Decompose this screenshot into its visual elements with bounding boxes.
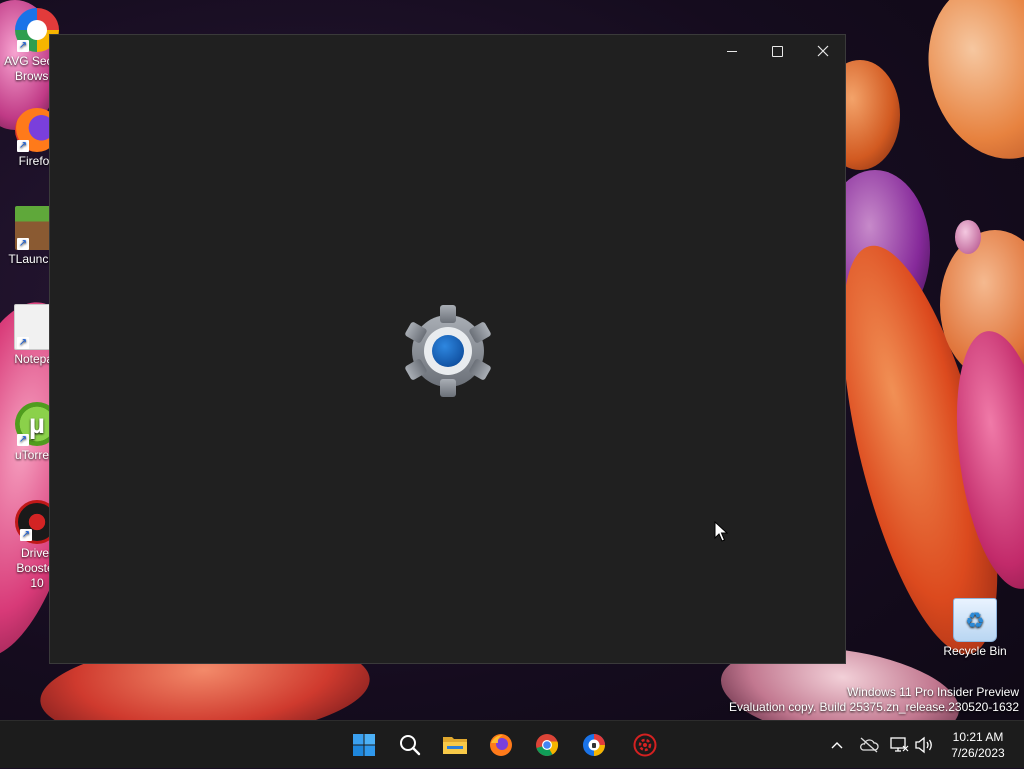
file-explorer-button[interactable] — [437, 727, 473, 763]
search-icon — [400, 735, 421, 756]
watermark-build: Evaluation copy. Build 25375.zn_release.… — [729, 700, 1019, 714]
chrome-taskbar-button[interactable] — [529, 727, 565, 763]
minimize-icon — [727, 50, 737, 52]
clock-date: 7/26/2023 — [951, 746, 1005, 760]
minimize-button[interactable] — [709, 35, 755, 67]
taskbar-clock[interactable]: 10:21 AM 7/26/2023 — [938, 729, 1018, 761]
shortcut-arrow-icon: ↗ — [17, 337, 29, 349]
shortcut-arrow-icon: ↗ — [17, 140, 29, 152]
clock-time: 10:21 AM — [952, 730, 1004, 744]
wallpaper-shape — [909, 0, 1024, 176]
windows-watermark: Windows 11 Pro Insider Preview Evaluatio… — [729, 685, 1019, 715]
volume-tray-button[interactable] — [912, 733, 936, 757]
mouse-cursor-icon — [714, 521, 728, 542]
volume-icon — [915, 736, 932, 754]
windows-logo-icon — [353, 734, 375, 756]
wallpaper-shape — [955, 220, 981, 254]
driver-booster-icon — [633, 733, 657, 757]
chrome-icon — [536, 734, 559, 756]
close-button[interactable] — [800, 35, 846, 67]
settings-window[interactable] — [49, 34, 846, 664]
search-button[interactable] — [392, 727, 428, 763]
desktop-icon-recycle-bin[interactable]: Recycle Bin — [940, 598, 1010, 659]
shortcut-arrow-icon: ↗ — [20, 529, 32, 541]
firefox-taskbar-button[interactable] — [483, 727, 519, 763]
firefox-icon — [490, 734, 512, 756]
recycle-bin-icon — [953, 598, 997, 642]
network-tray-button[interactable] — [887, 733, 911, 757]
driver-booster-taskbar-button[interactable] — [627, 727, 663, 763]
watermark-edition: Windows 11 Pro Insider Preview — [847, 685, 1019, 699]
show-hidden-icons-button[interactable] — [826, 721, 848, 769]
desktop-icon-label: Recycle Bin — [943, 644, 1007, 658]
network-icon — [890, 737, 909, 752]
folder-icon — [443, 737, 467, 754]
shortcut-arrow-icon: ↗ — [17, 238, 29, 250]
window-titlebar[interactable] — [50, 35, 845, 67]
settings-gear-icon — [405, 305, 491, 397]
close-icon — [817, 45, 829, 57]
maximize-icon — [771, 45, 783, 57]
onedrive-icon — [860, 737, 879, 753]
chevron-up-icon — [831, 742, 843, 749]
avg-secure-browser-icon — [583, 734, 605, 756]
start-button[interactable] — [346, 727, 382, 763]
shortcut-arrow-icon: ↗ — [17, 434, 29, 446]
shortcut-arrow-icon: ↗ — [17, 40, 29, 52]
avg-secure-browser-taskbar-button[interactable] — [576, 727, 612, 763]
taskbar: 10:21 AM 7/26/2023 — [0, 720, 1024, 768]
maximize-button[interactable] — [754, 35, 800, 67]
onedrive-tray-button[interactable] — [857, 733, 881, 757]
